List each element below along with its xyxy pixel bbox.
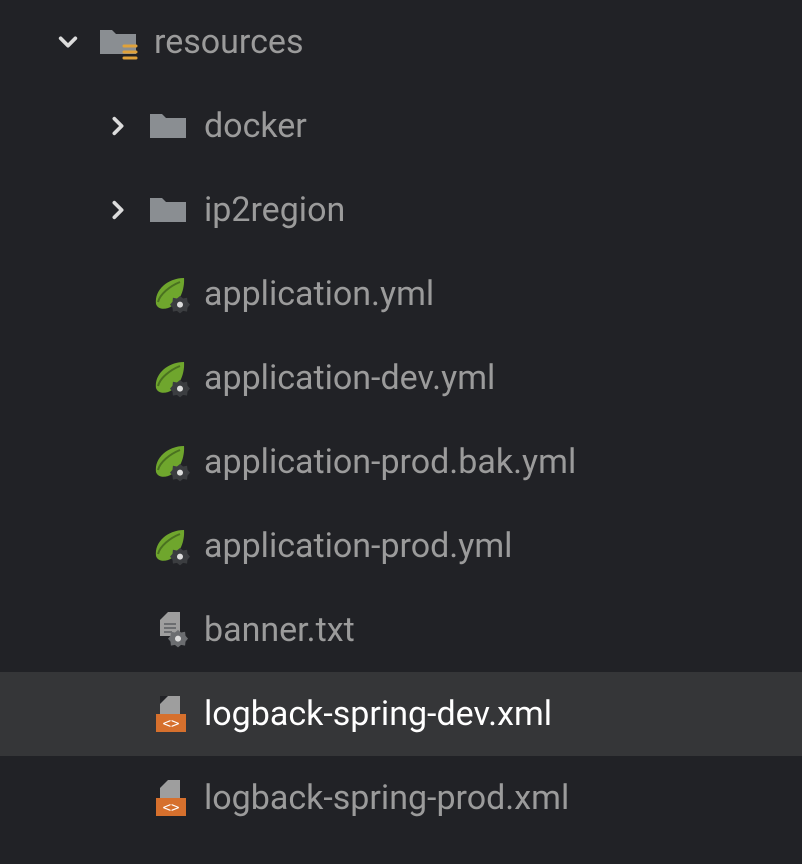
spring-config-icon xyxy=(146,440,190,484)
tree-item[interactable]: banner.txt xyxy=(0,588,802,672)
tree-item[interactable]: ip2region xyxy=(0,168,802,252)
tree-item-label: application-dev.yml xyxy=(204,358,495,398)
resources-folder-icon xyxy=(96,20,140,64)
project-tree[interactable]: resources docker ip2region application.yml a… xyxy=(0,0,802,840)
tree-item-label: docker xyxy=(204,106,307,146)
spring-config-icon xyxy=(146,524,190,568)
tree-item-label: application.yml xyxy=(204,274,434,314)
chevron-placeholder xyxy=(100,612,136,648)
tree-item-label: application-prod.yml xyxy=(204,526,512,566)
tree-item-label: resources xyxy=(154,22,304,62)
chevron-right-icon[interactable] xyxy=(100,192,136,228)
tree-item[interactable]: application-dev.yml xyxy=(0,336,802,420)
spring-config-icon xyxy=(146,272,190,316)
tree-item[interactable]: application-prod.yml xyxy=(0,504,802,588)
tree-item-label: application-prod.bak.yml xyxy=(204,442,576,482)
tree-item[interactable]: resources xyxy=(0,0,802,84)
tree-item-label: logback-spring-prod.xml xyxy=(204,778,569,818)
tree-item[interactable]: application-prod.bak.yml xyxy=(0,420,802,504)
tree-item-label: banner.txt xyxy=(204,610,355,650)
tree-item[interactable]: logback-spring-dev.xml xyxy=(0,672,802,756)
chevron-placeholder xyxy=(100,696,136,732)
chevron-placeholder xyxy=(100,528,136,564)
chevron-placeholder xyxy=(100,276,136,312)
tree-item[interactable]: docker xyxy=(0,84,802,168)
folder-icon xyxy=(146,104,190,148)
text-file-icon xyxy=(146,608,190,652)
tree-item[interactable]: logback-spring-prod.xml xyxy=(0,756,802,840)
chevron-down-icon[interactable] xyxy=(50,24,86,60)
xml-file-icon xyxy=(146,776,190,820)
xml-file-icon xyxy=(146,692,190,736)
tree-item-label: logback-spring-dev.xml xyxy=(204,694,552,734)
tree-item-label: ip2region xyxy=(204,190,345,230)
chevron-placeholder xyxy=(100,444,136,480)
tree-item[interactable]: application.yml xyxy=(0,252,802,336)
chevron-placeholder xyxy=(100,780,136,816)
chevron-right-icon[interactable] xyxy=(100,108,136,144)
folder-icon xyxy=(146,188,190,232)
spring-config-icon xyxy=(146,356,190,400)
chevron-placeholder xyxy=(100,360,136,396)
